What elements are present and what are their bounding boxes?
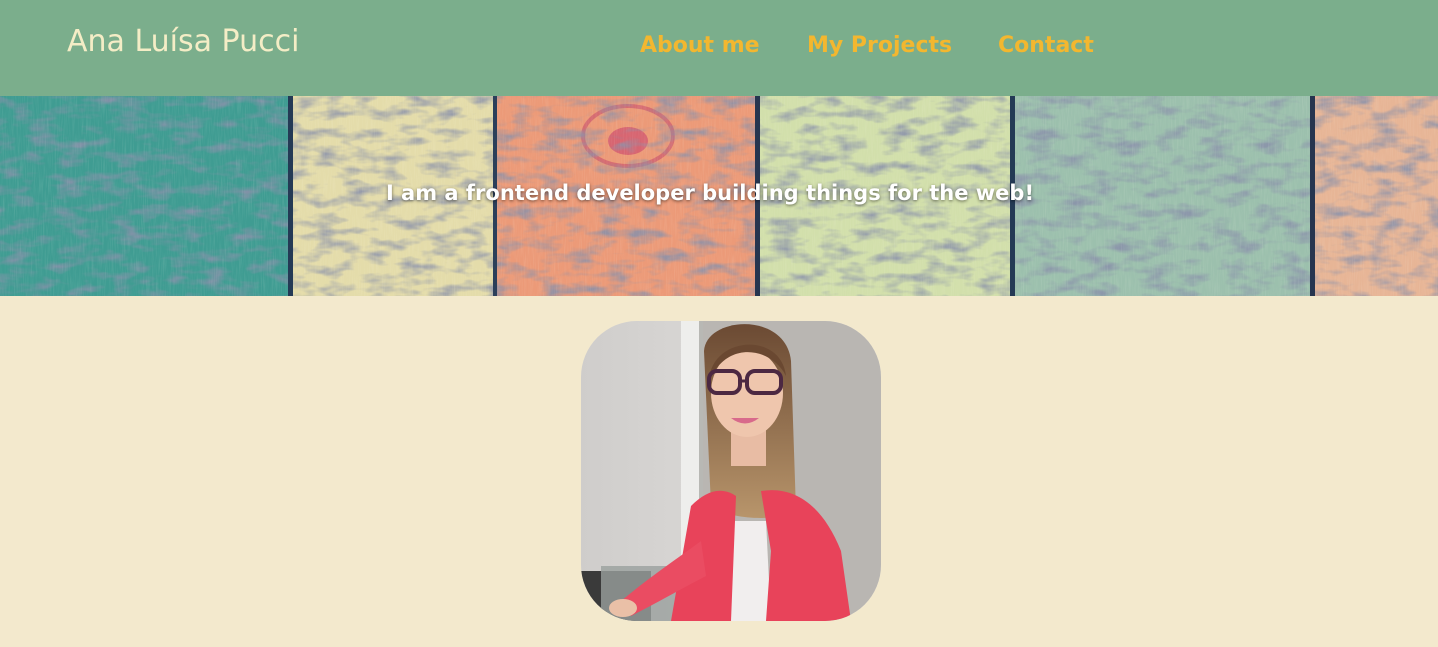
nav-my-projects-link[interactable]: My Projects: [807, 33, 952, 58]
hero-tagline: I am a frontend developer building thing…: [385, 181, 1035, 205]
site-title[interactable]: Ana Luísa Pucci: [67, 24, 299, 59]
nav-contact-link[interactable]: Contact: [998, 33, 1094, 58]
site-header: Ana Luísa Pucci About me My Projects Con…: [0, 0, 1438, 96]
nav-about-me-link[interactable]: About me: [640, 33, 760, 58]
profile-photo: [581, 321, 881, 621]
hero-banner: I am a frontend developer building thing…: [0, 96, 1438, 296]
profile-photo-image: [581, 321, 881, 621]
